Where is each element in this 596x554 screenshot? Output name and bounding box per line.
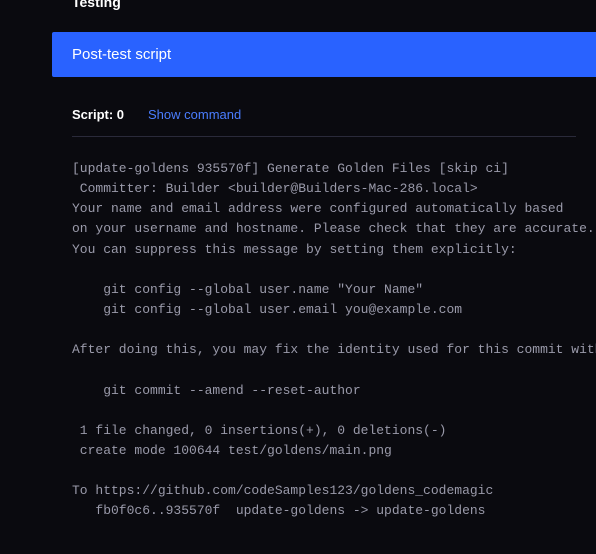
script-header-row: Script: 0 Show command — [52, 89, 596, 136]
script-label: Script: 0 — [72, 107, 124, 122]
show-command-link[interactable]: Show command — [148, 107, 241, 122]
section-title: Testing — [52, 0, 596, 16]
log-output: [update-goldens 935570f] Generate Golden… — [52, 137, 596, 544]
post-test-script-banner[interactable]: Post-test script — [52, 32, 596, 77]
